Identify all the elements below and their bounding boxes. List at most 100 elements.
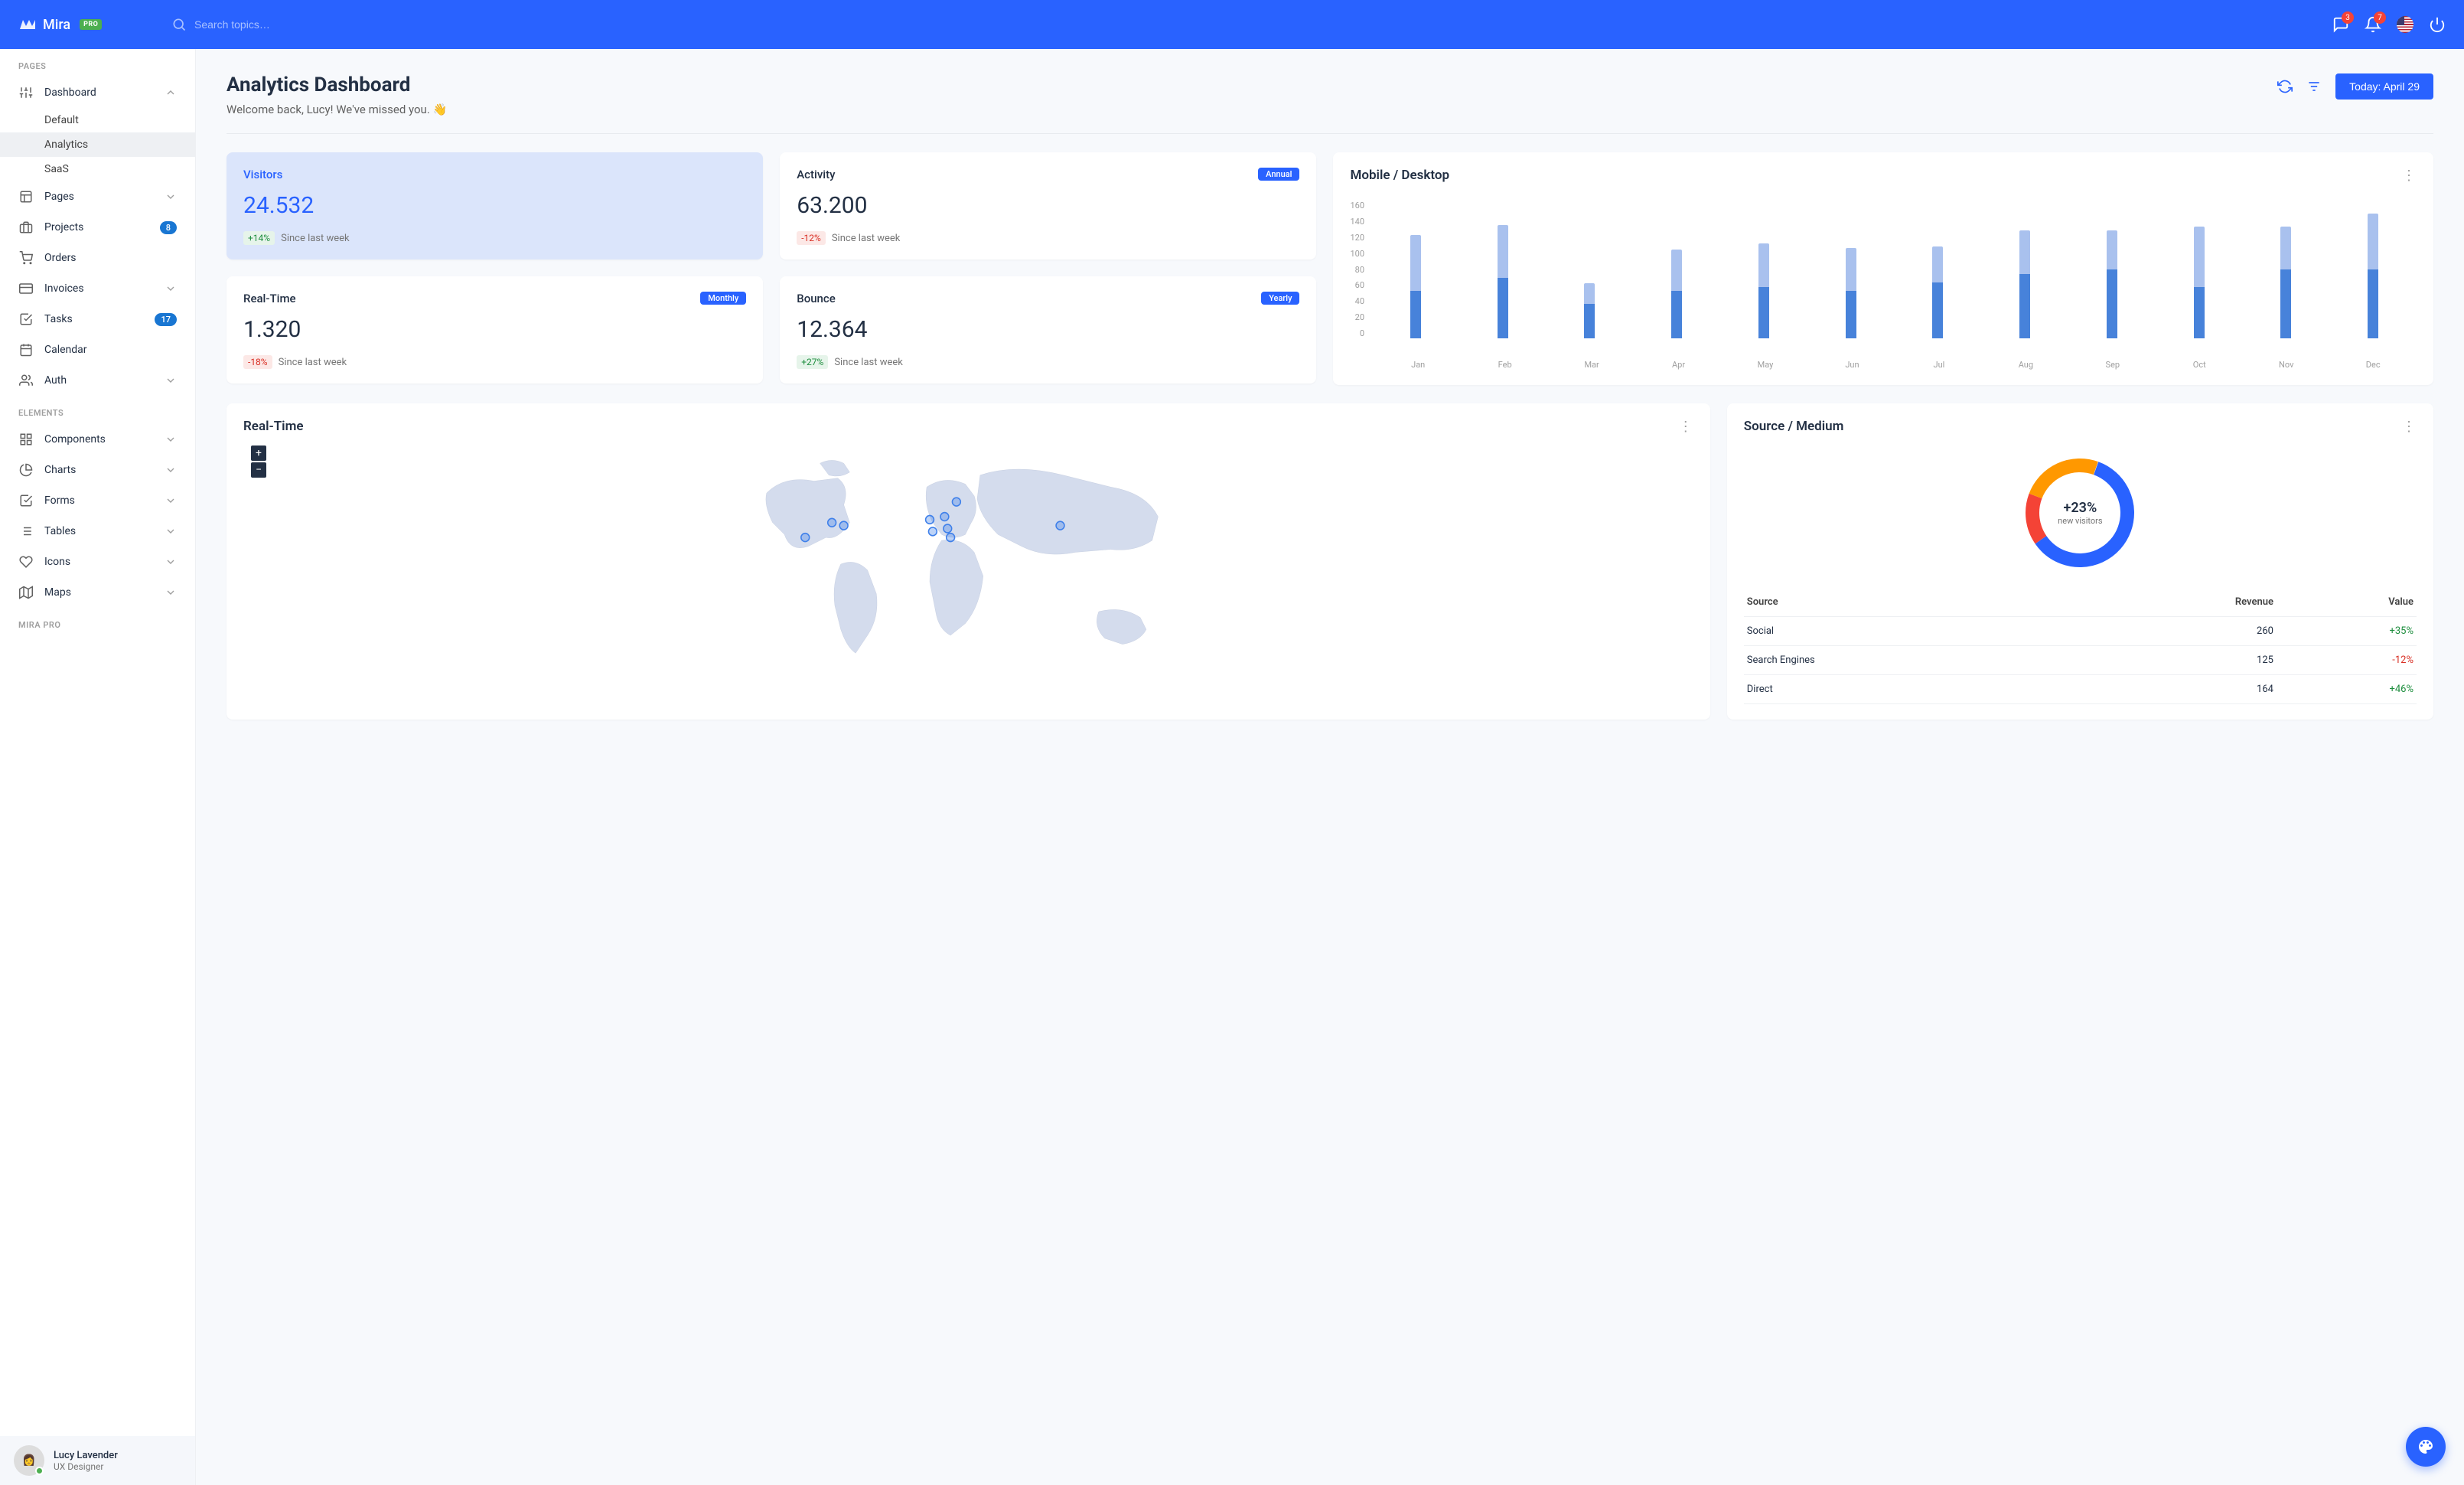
pie-chart-icon [18, 462, 34, 478]
sidebar: PAGES Dashboard Default Analytics SaaS P… [0, 49, 196, 1485]
stat-suffix: Since last week [834, 357, 903, 368]
sidebar-label: Dashboard [44, 86, 154, 99]
stat-value: 12.364 [797, 316, 1299, 343]
stat-delta: -18% [243, 355, 272, 369]
stat-title: Bounce [797, 292, 836, 305]
stat-chip: Annual [1258, 168, 1299, 181]
sidebar-sub-analytics[interactable]: Analytics [0, 132, 195, 157]
flag-us-icon [2397, 16, 2413, 33]
stat-card-activity: ActivityAnnual 63.200 -12%Since last wee… [780, 152, 1316, 259]
chevron-down-icon [165, 494, 177, 507]
sidebar-label: Calendar [44, 344, 177, 356]
sidebar-sub-default[interactable]: Default [0, 108, 195, 132]
col-revenue: Revenue [2077, 588, 2277, 617]
sidebar-item-maps[interactable]: Maps [0, 577, 195, 608]
topbar-actions: 3 7 [2332, 16, 2446, 33]
sidebar-item-pages[interactable]: Pages [0, 181, 195, 212]
main-content: Analytics Dashboard Welcome back, Lucy! … [196, 49, 2464, 1485]
sidebar-item-tasks[interactable]: Tasks 17 [0, 304, 195, 335]
sidebar-item-auth[interactable]: Auth [0, 365, 195, 396]
chevron-down-icon [165, 282, 177, 295]
sidebar-item-icons[interactable]: Icons [0, 547, 195, 577]
sidebar-item-calendar[interactable]: Calendar [0, 335, 195, 365]
bar-chart: 160140120100806040200 [1350, 194, 2417, 355]
col-source: Source [1744, 588, 2077, 617]
check-square-icon [18, 312, 34, 327]
filter-icon [2306, 79, 2322, 94]
sidebar-item-invoices[interactable]: Invoices [0, 273, 195, 304]
bars-area [1372, 201, 2417, 338]
stat-delta: +14% [243, 231, 275, 245]
sidebar-item-forms[interactable]: Forms [0, 485, 195, 516]
filter-button[interactable] [2306, 79, 2322, 94]
chart-title: Mobile / Desktop [1350, 168, 1449, 183]
chevron-down-icon [165, 433, 177, 445]
world-map-svg [243, 445, 1693, 683]
chevron-down-icon [165, 374, 177, 387]
sidebar-item-tables[interactable]: Tables [0, 516, 195, 547]
card-menu-button[interactable]: ⋮ [2402, 168, 2417, 184]
table-row: Search Engines125-12% [1744, 646, 2417, 675]
status-online-icon [35, 1467, 44, 1475]
power-button[interactable] [2429, 16, 2446, 33]
tasks-count: 17 [155, 313, 177, 326]
date-button[interactable]: Today: April 29 [2335, 73, 2433, 100]
theme-fab-button[interactable] [2406, 1427, 2446, 1467]
chevron-down-icon [165, 586, 177, 599]
sidebar-item-projects[interactable]: Projects 8 [0, 212, 195, 243]
refresh-button[interactable] [2277, 79, 2293, 94]
chevron-down-icon [165, 556, 177, 568]
sidebar-label: Icons [44, 556, 154, 568]
stat-card-visitors: Visitors 24.532 +14%Since last week [227, 152, 763, 259]
page-title: Analytics Dashboard [227, 73, 447, 96]
stat-value: 63.200 [797, 192, 1299, 219]
stat-title: Real-Time [243, 292, 296, 305]
stat-suffix: Since last week [281, 233, 350, 244]
search-icon [171, 17, 187, 32]
sidebar-item-dashboard[interactable]: Dashboard [0, 77, 195, 108]
chevron-down-icon [165, 191, 177, 203]
source-table: Source Revenue Value Social260+35%Search… [1744, 588, 2417, 704]
stat-value: 24.532 [243, 192, 746, 219]
alerts-button[interactable]: 7 [2365, 16, 2381, 33]
sidebar-sub-saas[interactable]: SaaS [0, 157, 195, 181]
card-menu-button[interactable]: ⋮ [1679, 419, 1693, 435]
credit-card-icon [18, 281, 34, 296]
card-menu-button[interactable]: ⋮ [2402, 419, 2417, 435]
sidebar-label: Components [44, 433, 154, 445]
stat-card-bounce: BounceYearly 12.364 +27%Since last week [780, 276, 1316, 383]
chart-card-mobile-desktop: Mobile / Desktop⋮ 160140120100806040200 … [1333, 152, 2433, 385]
sidebar-label: Forms [44, 494, 154, 507]
language-button[interactable] [2397, 16, 2413, 33]
search-box[interactable] [171, 17, 2332, 32]
source-card: Source / Medium⋮ +23% new visitors [1727, 403, 2433, 720]
stat-suffix: Since last week [832, 233, 901, 244]
world-map[interactable]: + − [243, 445, 1693, 683]
heart-icon [18, 554, 34, 570]
sidebar-user[interactable]: 👩 Lucy Lavender UX Designer [0, 1436, 195, 1485]
sidebar-item-charts[interactable]: Charts [0, 455, 195, 485]
messages-button[interactable]: 3 [2332, 16, 2349, 33]
chevron-down-icon [165, 525, 177, 537]
brand-logo[interactable]: Mira PRO [18, 15, 171, 34]
sidebar-label: Tasks [44, 313, 144, 325]
sidebar-label: Charts [44, 464, 154, 476]
source-title: Source / Medium [1744, 419, 1844, 434]
sidebar-label: Maps [44, 586, 154, 599]
sidebar-label: Auth [44, 374, 154, 387]
zoom-in-button[interactable]: + [251, 445, 266, 461]
sidebar-label: Projects [44, 221, 149, 233]
grid-icon [18, 432, 34, 447]
sidebar-item-orders[interactable]: Orders [0, 243, 195, 273]
search-input[interactable] [194, 18, 424, 31]
topbar: Mira PRO 3 7 [0, 0, 2464, 49]
sidebar-item-components[interactable]: Components [0, 424, 195, 455]
col-value: Value [2277, 588, 2417, 617]
zoom-out-button[interactable]: − [251, 462, 266, 478]
messages-count-badge: 3 [2342, 11, 2354, 24]
refresh-icon [2277, 79, 2293, 94]
briefcase-icon [18, 220, 34, 235]
stat-value: 1.320 [243, 316, 746, 343]
sidebar-section-pro: MIRA PRO [0, 608, 195, 636]
sliders-icon [18, 85, 34, 100]
